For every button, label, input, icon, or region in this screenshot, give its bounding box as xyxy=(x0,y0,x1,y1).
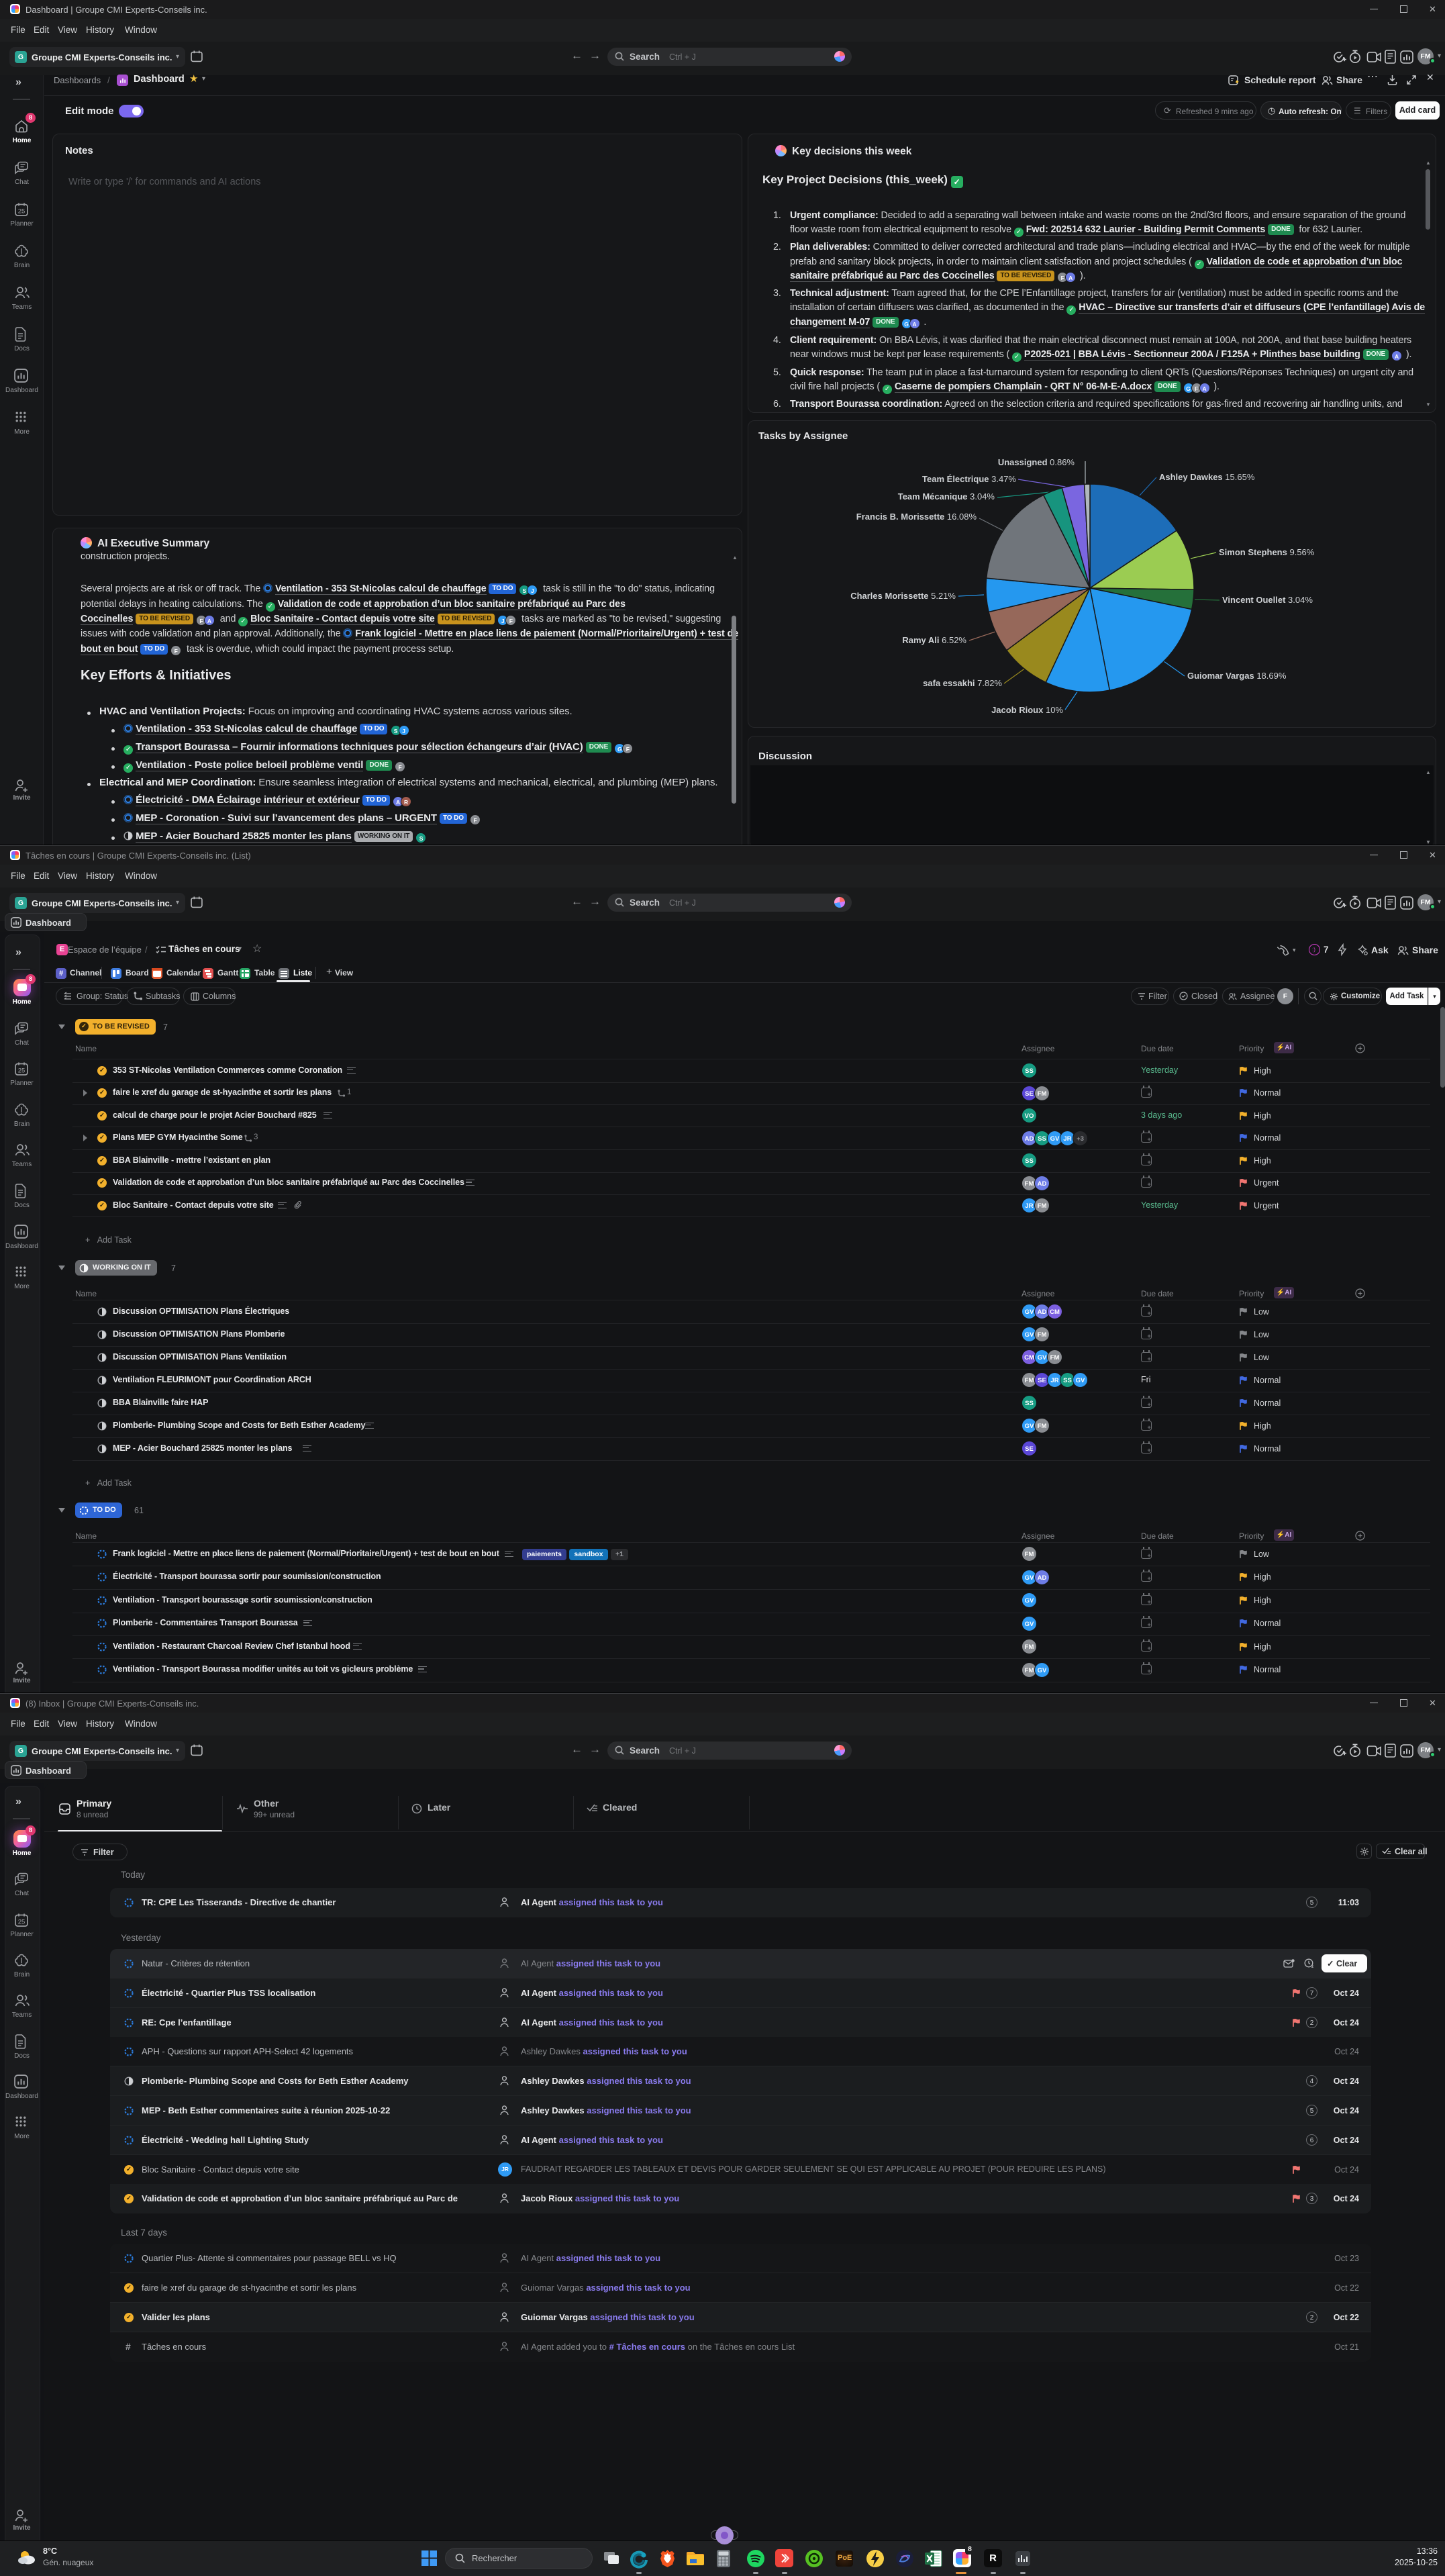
svg-text:Charles Morissette 5.21%: Charles Morissette 5.21% xyxy=(850,591,956,601)
svg-text:safa essakhi 7.82%: safa essakhi 7.82% xyxy=(923,678,1002,688)
svg-text:Jacob Rioux 10%: Jacob Rioux 10% xyxy=(991,705,1063,715)
svg-text:Ashley Dawkes 15.65%: Ashley Dawkes 15.65% xyxy=(1159,472,1255,482)
svg-text:Guiomar Vargas 18.69%: Guiomar Vargas 18.69% xyxy=(1187,671,1287,681)
svg-text:Vincent Ouellet 3.04%: Vincent Ouellet 3.04% xyxy=(1222,595,1313,605)
svg-text:Francis B. Morissette 16.08%: Francis B. Morissette 16.08% xyxy=(856,512,977,522)
svg-text:Unassigned 0.86%: Unassigned 0.86% xyxy=(998,457,1075,467)
svg-text:Simon Stephens 9.56%: Simon Stephens 9.56% xyxy=(1219,547,1315,557)
svg-text:25: 25 xyxy=(18,1918,26,1925)
svg-text:25: 25 xyxy=(18,208,26,216)
svg-text:Team Électrique 3.47%: Team Électrique 3.47% xyxy=(922,474,1016,484)
svg-text:Team Mécanique 3.04%: Team Mécanique 3.04% xyxy=(898,491,995,502)
svg-text:Ramy Ali 6.52%: Ramy Ali 6.52% xyxy=(902,635,966,645)
svg-text:z: z xyxy=(1311,1964,1314,1969)
svg-text:25: 25 xyxy=(18,1067,26,1075)
